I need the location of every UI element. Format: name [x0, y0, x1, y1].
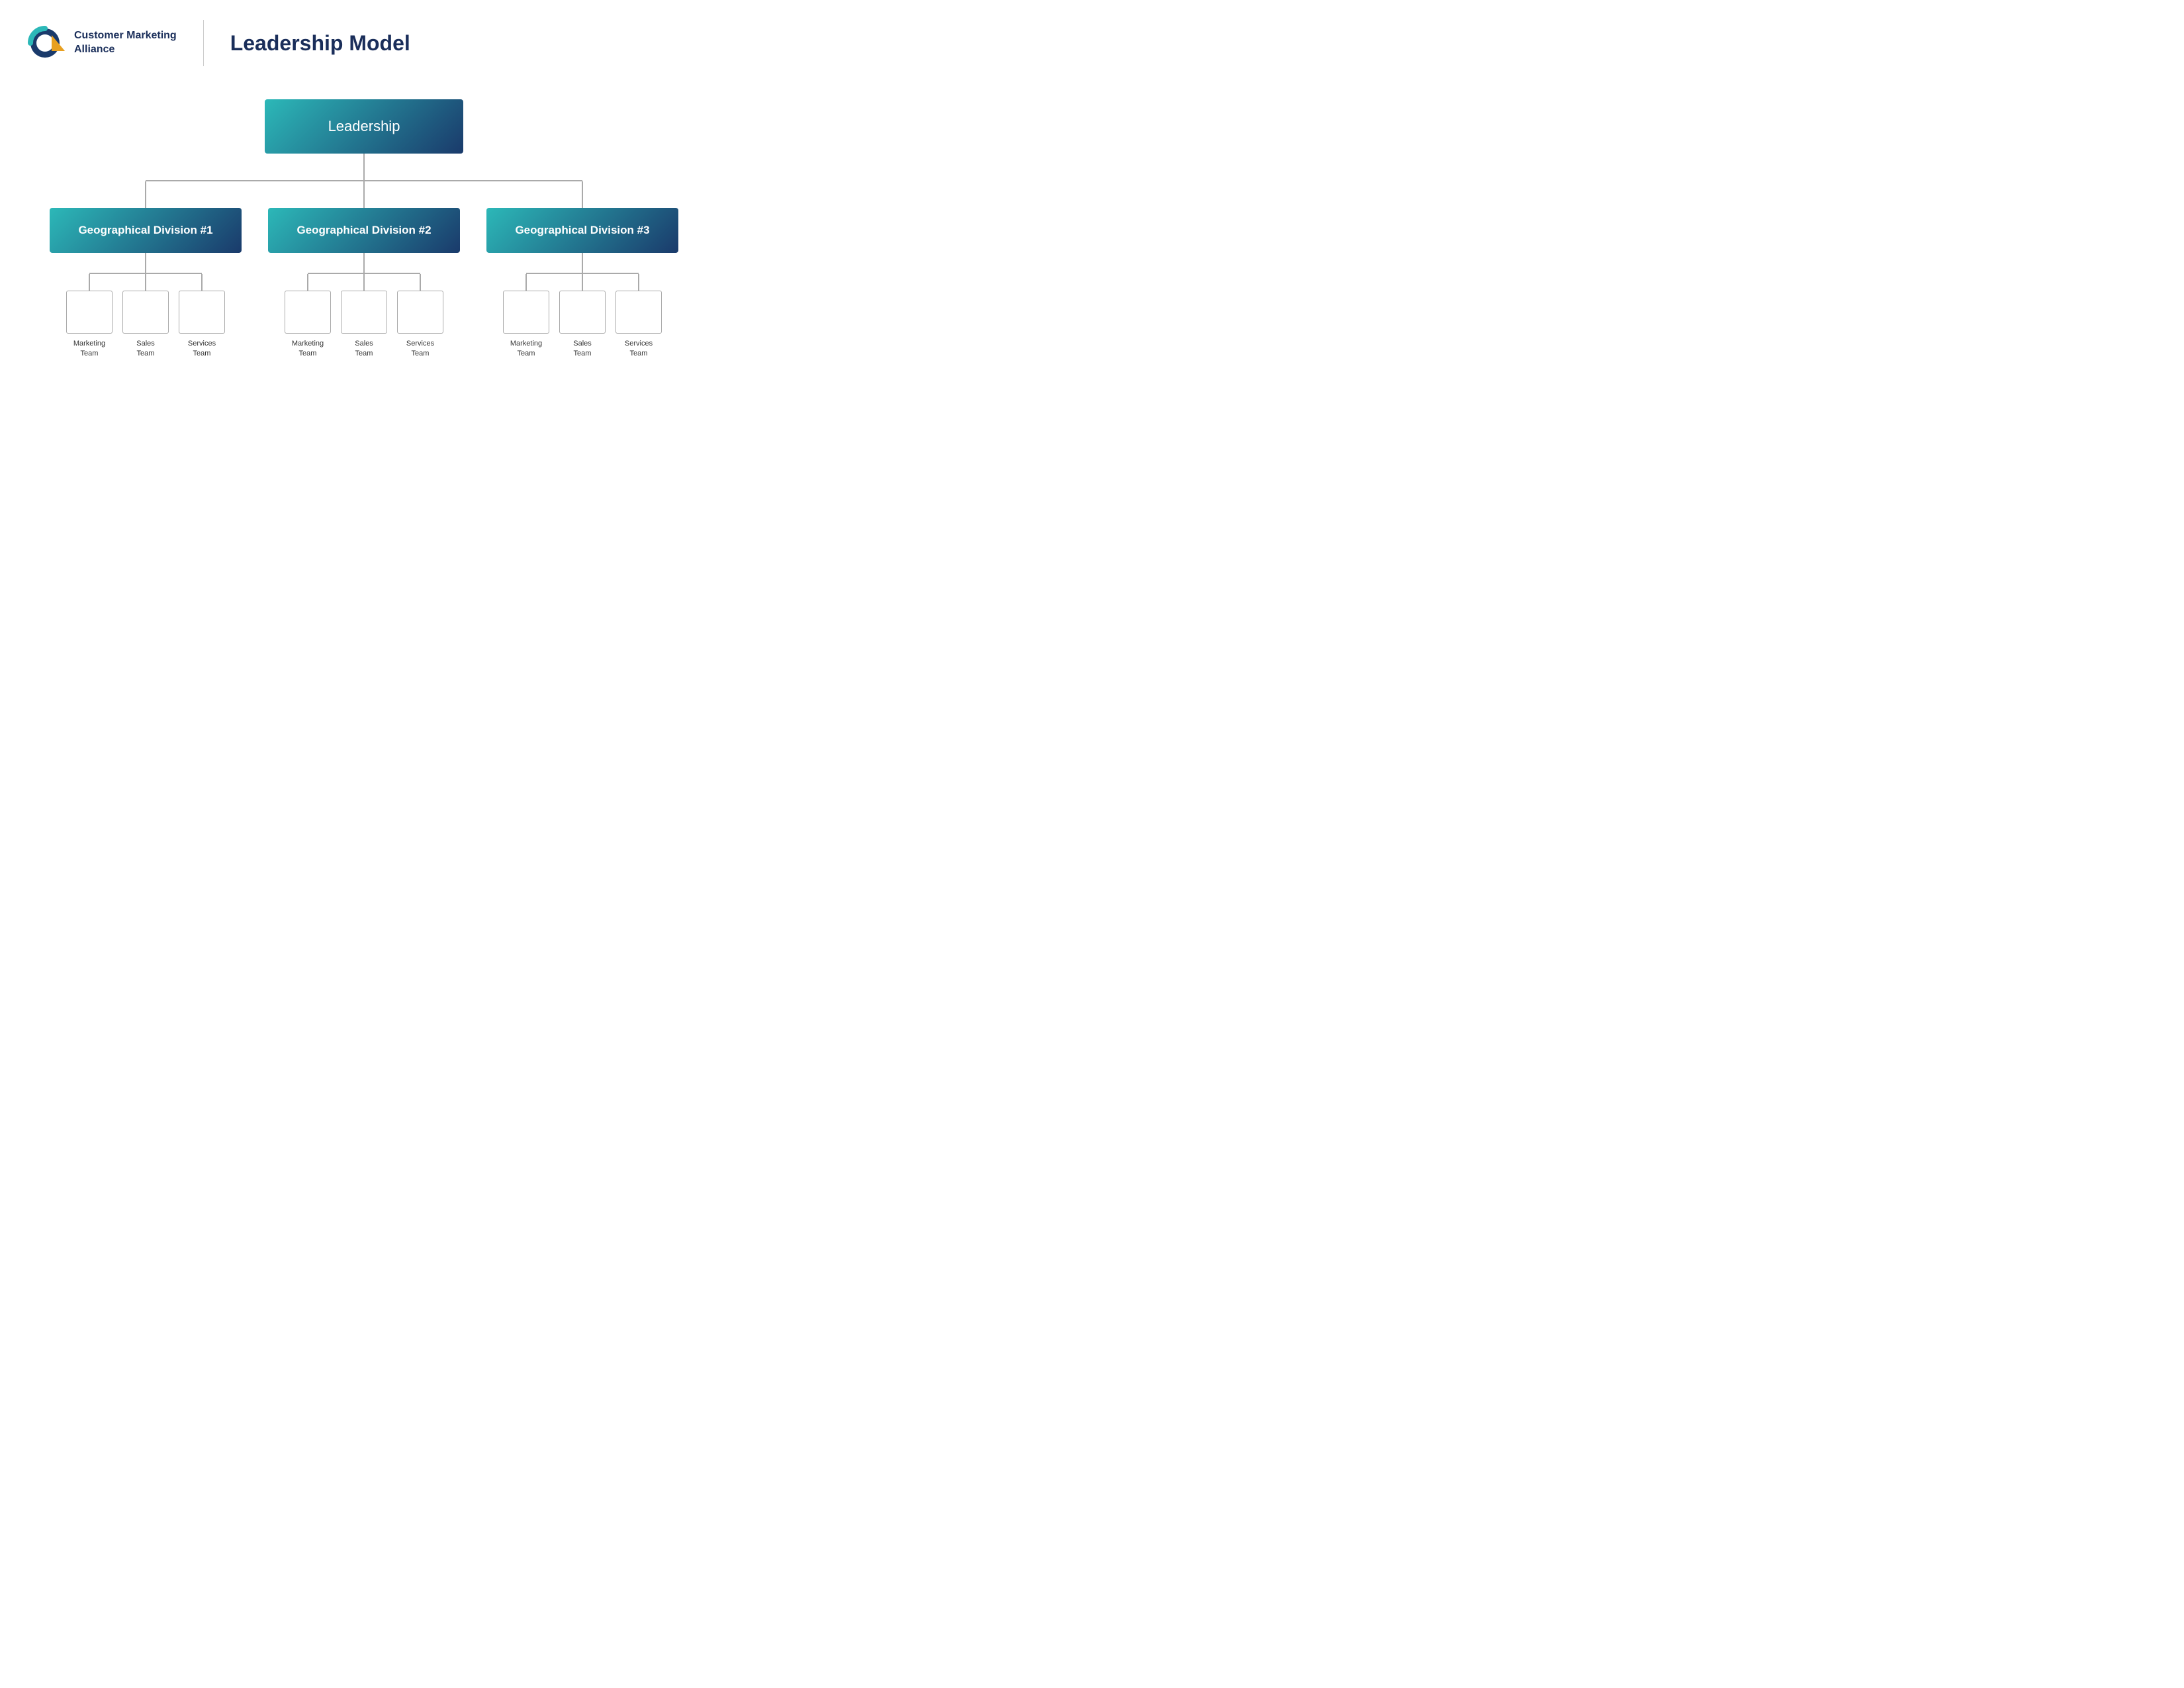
- sub-branches-3: [503, 274, 662, 291]
- team-col-2-2: SalesTeam: [341, 291, 387, 359]
- sub-h-bar-container-1: [66, 273, 225, 274]
- brand-name: Customer Marketing Alliance: [74, 29, 177, 57]
- branch-connector-3: [582, 181, 583, 208]
- page-title: Leadership Model: [230, 31, 410, 56]
- sub-down-1: [145, 253, 146, 273]
- sub-down-2: [363, 253, 365, 273]
- teams-row-3: MarketingTeam SalesTeam ServicesTeam: [503, 291, 662, 359]
- sub-branches-1: [66, 274, 225, 291]
- sub-h-bar-container-2: [285, 273, 443, 274]
- header-divider: [203, 20, 204, 66]
- team-col-2-3: ServicesTeam: [397, 291, 443, 359]
- team-col-3-1: MarketingTeam: [503, 291, 549, 359]
- branch-connector-1: [145, 181, 146, 208]
- sub-branch-down-2-2: [363, 274, 365, 291]
- sub-branches-2: [285, 274, 443, 291]
- logo-icon: [26, 23, 66, 63]
- team-col-3-2: SalesTeam: [559, 291, 606, 359]
- team-box-2-2: [341, 291, 387, 334]
- team-label-2-3: ServicesTeam: [406, 339, 434, 359]
- sub-branch-down-1-2: [145, 274, 146, 291]
- team-label-1-3: ServicesTeam: [188, 339, 216, 359]
- team-label-3-2: SalesTeam: [573, 339, 592, 359]
- org-chart: Leadership Geographical Division #1: [0, 79, 728, 399]
- divisions-row: Geographical Division #1 MarketingTeam: [50, 208, 678, 359]
- branch-connector-2: [363, 181, 365, 208]
- sub-h-bar-3: [526, 273, 639, 274]
- team-col-2-1: MarketingTeam: [285, 291, 331, 359]
- team-label-3-3: ServicesTeam: [625, 339, 653, 359]
- team-box-2-1: [285, 291, 331, 334]
- logo-area: Customer Marketing Alliance: [26, 23, 177, 63]
- team-box-1-2: [122, 291, 169, 334]
- team-label-1-1: MarketingTeam: [73, 339, 105, 359]
- sub-branch-down-1-1: [89, 274, 90, 291]
- sub-h-bar-1: [89, 273, 202, 274]
- branch-downs: [50, 181, 678, 208]
- division-box-3: Geographical Division #3: [486, 208, 678, 253]
- sub-branch-down-1-3: [201, 274, 203, 291]
- sub-branch-down-3-3: [638, 274, 639, 291]
- division-col-3: Geographical Division #3 MarketingTeam S…: [486, 208, 678, 359]
- division-box-1: Geographical Division #1: [50, 208, 242, 253]
- sub-down-3: [582, 253, 583, 273]
- sub-h-bar-container-3: [503, 273, 662, 274]
- team-box-3-1: [503, 291, 549, 334]
- team-box-3-3: [615, 291, 662, 334]
- team-col-1-2: SalesTeam: [122, 291, 169, 359]
- leadership-node: Leadership: [265, 99, 463, 154]
- sub-branch-down-2-3: [420, 274, 421, 291]
- team-label-2-1: MarketingTeam: [292, 339, 324, 359]
- teams-row-1: MarketingTeam SalesTeam ServicesTeam: [66, 291, 225, 359]
- sub-branch-down-2-1: [307, 274, 308, 291]
- top-h-bar-container: [50, 180, 678, 181]
- top-connector-down: [363, 154, 365, 180]
- team-box-1-1: [66, 291, 113, 334]
- team-col-1-3: ServicesTeam: [179, 291, 225, 359]
- teams-row-2: MarketingTeam SalesTeam ServicesTeam: [285, 291, 443, 359]
- team-label-1-2: SalesTeam: [136, 339, 155, 359]
- team-label-3-1: MarketingTeam: [510, 339, 542, 359]
- team-box-1-3: [179, 291, 225, 334]
- team-box-3-2: [559, 291, 606, 334]
- division-col-2: Geographical Division #2 MarketingTeam S…: [268, 208, 460, 359]
- sub-branch-down-3-2: [582, 274, 583, 291]
- top-h-bar: [146, 180, 582, 181]
- sub-branch-down-3-1: [525, 274, 527, 291]
- team-label-2-2: SalesTeam: [355, 339, 373, 359]
- team-box-2-3: [397, 291, 443, 334]
- division-box-2: Geographical Division #2: [268, 208, 460, 253]
- team-col-3-3: ServicesTeam: [615, 291, 662, 359]
- sub-h-bar-2: [308, 273, 420, 274]
- header: Customer Marketing Alliance Leadership M…: [0, 0, 728, 79]
- division-col-1: Geographical Division #1 MarketingTeam: [50, 208, 242, 359]
- team-col-1-1: MarketingTeam: [66, 291, 113, 359]
